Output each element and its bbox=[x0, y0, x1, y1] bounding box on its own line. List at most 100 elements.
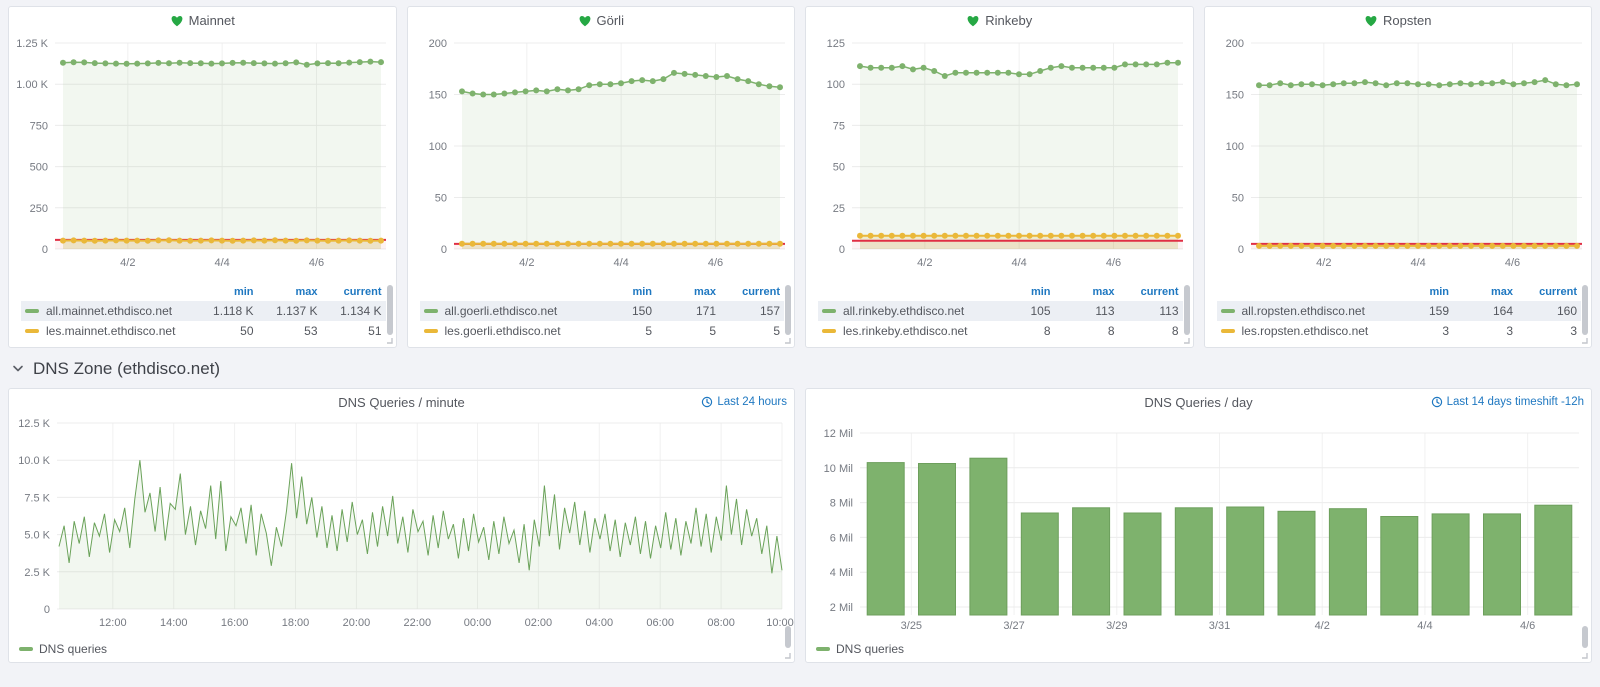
series-point bbox=[1090, 65, 1096, 71]
legend-header-current[interactable]: current bbox=[322, 286, 386, 298]
series-point bbox=[187, 238, 193, 244]
series-point bbox=[1351, 243, 1357, 249]
panel-resize-handle[interactable] bbox=[781, 334, 792, 345]
x-tick-label: 4/2 bbox=[917, 257, 932, 269]
panel-header[interactable]: Görli bbox=[408, 7, 795, 33]
panel-resize-handle[interactable] bbox=[1578, 649, 1589, 660]
series-point bbox=[240, 238, 246, 244]
legend-header-min[interactable]: min bbox=[194, 286, 258, 298]
series-point bbox=[984, 233, 990, 239]
series-point bbox=[1037, 68, 1043, 74]
legend-header-min[interactable]: min bbox=[1389, 286, 1453, 298]
legend-series-toggle[interactable]: all.ropsten.ethdisco.net bbox=[1217, 304, 1390, 318]
panel-title: Rinkeby bbox=[985, 13, 1032, 28]
series-point bbox=[490, 92, 496, 98]
x-tick-label: 4/2 bbox=[1316, 257, 1331, 269]
series-point bbox=[92, 60, 98, 66]
legend-series-toggle[interactable]: all.mainnet.ethdisco.net bbox=[21, 304, 194, 318]
series-point bbox=[512, 89, 518, 95]
legend-scrollbar[interactable] bbox=[387, 285, 393, 335]
section-header-dns-zone[interactable]: DNS Zone (ethdisco.net) bbox=[8, 348, 1592, 388]
series-point bbox=[942, 73, 948, 79]
y-tick-label: 100 bbox=[1225, 141, 1243, 153]
panel-title: Mainnet bbox=[189, 13, 235, 28]
legend-header-max[interactable]: max bbox=[1055, 286, 1119, 298]
series-point bbox=[681, 71, 687, 77]
series-point bbox=[1499, 243, 1505, 249]
legend-header-current[interactable]: current bbox=[1517, 286, 1581, 298]
legend-series-toggle[interactable]: les.goerli.ethdisco.net bbox=[420, 324, 593, 338]
panel-resize-handle[interactable] bbox=[1578, 334, 1589, 345]
legend-dns-queries[interactable]: DNS queries bbox=[19, 642, 107, 656]
series-point bbox=[1393, 80, 1399, 86]
legend-header-min[interactable]: min bbox=[592, 286, 656, 298]
legend-scrollbar[interactable] bbox=[785, 285, 791, 335]
series-color-dash bbox=[25, 329, 39, 333]
legend-header-max[interactable]: max bbox=[656, 286, 720, 298]
legend-series-toggle[interactable]: all.goerli.ethdisco.net bbox=[420, 304, 593, 318]
series-point bbox=[92, 238, 98, 244]
panel-header[interactable]: Rinkeby bbox=[806, 7, 1193, 33]
time-range-label: Last 14 days timeshift -12h bbox=[1447, 396, 1584, 408]
legend-scrollbar[interactable] bbox=[1582, 285, 1588, 335]
series-point bbox=[766, 241, 772, 247]
series-area bbox=[63, 62, 381, 249]
panel-scrollbar[interactable] bbox=[1582, 626, 1588, 648]
series-point bbox=[219, 238, 225, 244]
panel-header[interactable]: Mainnet bbox=[9, 7, 396, 33]
time-range-link[interactable]: Last 14 days timeshift -12h bbox=[1431, 389, 1584, 415]
time-range-label: Last 24 hours bbox=[717, 396, 787, 408]
series-point bbox=[219, 60, 225, 66]
legend-series-toggle[interactable]: les.ropsten.ethdisco.net bbox=[1217, 324, 1390, 338]
legend-series-toggle[interactable]: les.rinkeby.ethdisco.net bbox=[818, 324, 991, 338]
panel-header[interactable]: DNS Queries / day Last 14 days timeshift… bbox=[806, 389, 1591, 415]
time-range-link[interactable]: Last 24 hours bbox=[701, 389, 787, 415]
panel-resize-handle[interactable] bbox=[1180, 334, 1191, 345]
dns-queries-minute-chart: 12:0014:0016:0018:0020:0022:0000:0002:00… bbox=[9, 415, 794, 637]
series-point bbox=[1542, 77, 1548, 83]
series-point bbox=[1436, 82, 1442, 88]
y-tick-label: 10.0 K bbox=[18, 455, 50, 467]
series-point bbox=[1164, 233, 1170, 239]
series-area bbox=[1259, 80, 1577, 249]
x-tick-label: 4/2 bbox=[120, 257, 135, 269]
legend-header-max[interactable]: max bbox=[258, 286, 322, 298]
legend-dns-queries[interactable]: DNS queries bbox=[816, 642, 904, 656]
y-tick-label: 10 Mil bbox=[824, 463, 853, 475]
series-point bbox=[1143, 233, 1149, 239]
y-tick-label: 25 bbox=[833, 203, 845, 215]
panel-header[interactable]: Ropsten bbox=[1205, 7, 1592, 33]
legend-max-value: 3 bbox=[1453, 324, 1517, 338]
series-point bbox=[745, 78, 751, 84]
series-point bbox=[755, 81, 761, 87]
panel-goerli: Görli 4/24/44/6050100150200 min max curr… bbox=[407, 6, 796, 348]
y-tick-label: 250 bbox=[30, 203, 48, 215]
series-point bbox=[1111, 65, 1117, 71]
legend-header-min[interactable]: min bbox=[991, 286, 1055, 298]
legend-header-max[interactable]: max bbox=[1453, 286, 1517, 298]
panel-resize-handle[interactable] bbox=[781, 649, 792, 660]
legend-series-toggle[interactable]: les.mainnet.ethdisco.net bbox=[21, 324, 194, 338]
x-tick-label: 4/4 bbox=[1417, 620, 1432, 632]
legend-header-current[interactable]: current bbox=[1119, 286, 1183, 298]
series-point bbox=[713, 241, 719, 247]
legend-series-toggle[interactable]: all.rinkeby.ethdisco.net bbox=[818, 304, 991, 318]
series-point bbox=[304, 237, 310, 243]
panel-title: Görli bbox=[597, 13, 624, 28]
y-tick-label: 1.25 K bbox=[16, 38, 48, 50]
series-point bbox=[995, 70, 1001, 76]
panel-scrollbar[interactable] bbox=[785, 626, 791, 648]
legend-scrollbar[interactable] bbox=[1184, 285, 1190, 335]
series-point bbox=[240, 60, 246, 66]
y-tick-label: 2 Mil bbox=[830, 602, 853, 614]
panel-title: DNS Queries / minute bbox=[338, 395, 464, 410]
series-point bbox=[596, 241, 602, 247]
series-point bbox=[251, 60, 257, 66]
series-point bbox=[1133, 233, 1139, 239]
series-point bbox=[1552, 243, 1558, 249]
series-point bbox=[1362, 79, 1368, 85]
panel-resize-handle[interactable] bbox=[383, 334, 394, 345]
legend-header-current[interactable]: current bbox=[720, 286, 784, 298]
panel-header[interactable]: DNS Queries / minute Last 24 hours bbox=[9, 389, 794, 415]
series-point bbox=[1309, 81, 1315, 87]
